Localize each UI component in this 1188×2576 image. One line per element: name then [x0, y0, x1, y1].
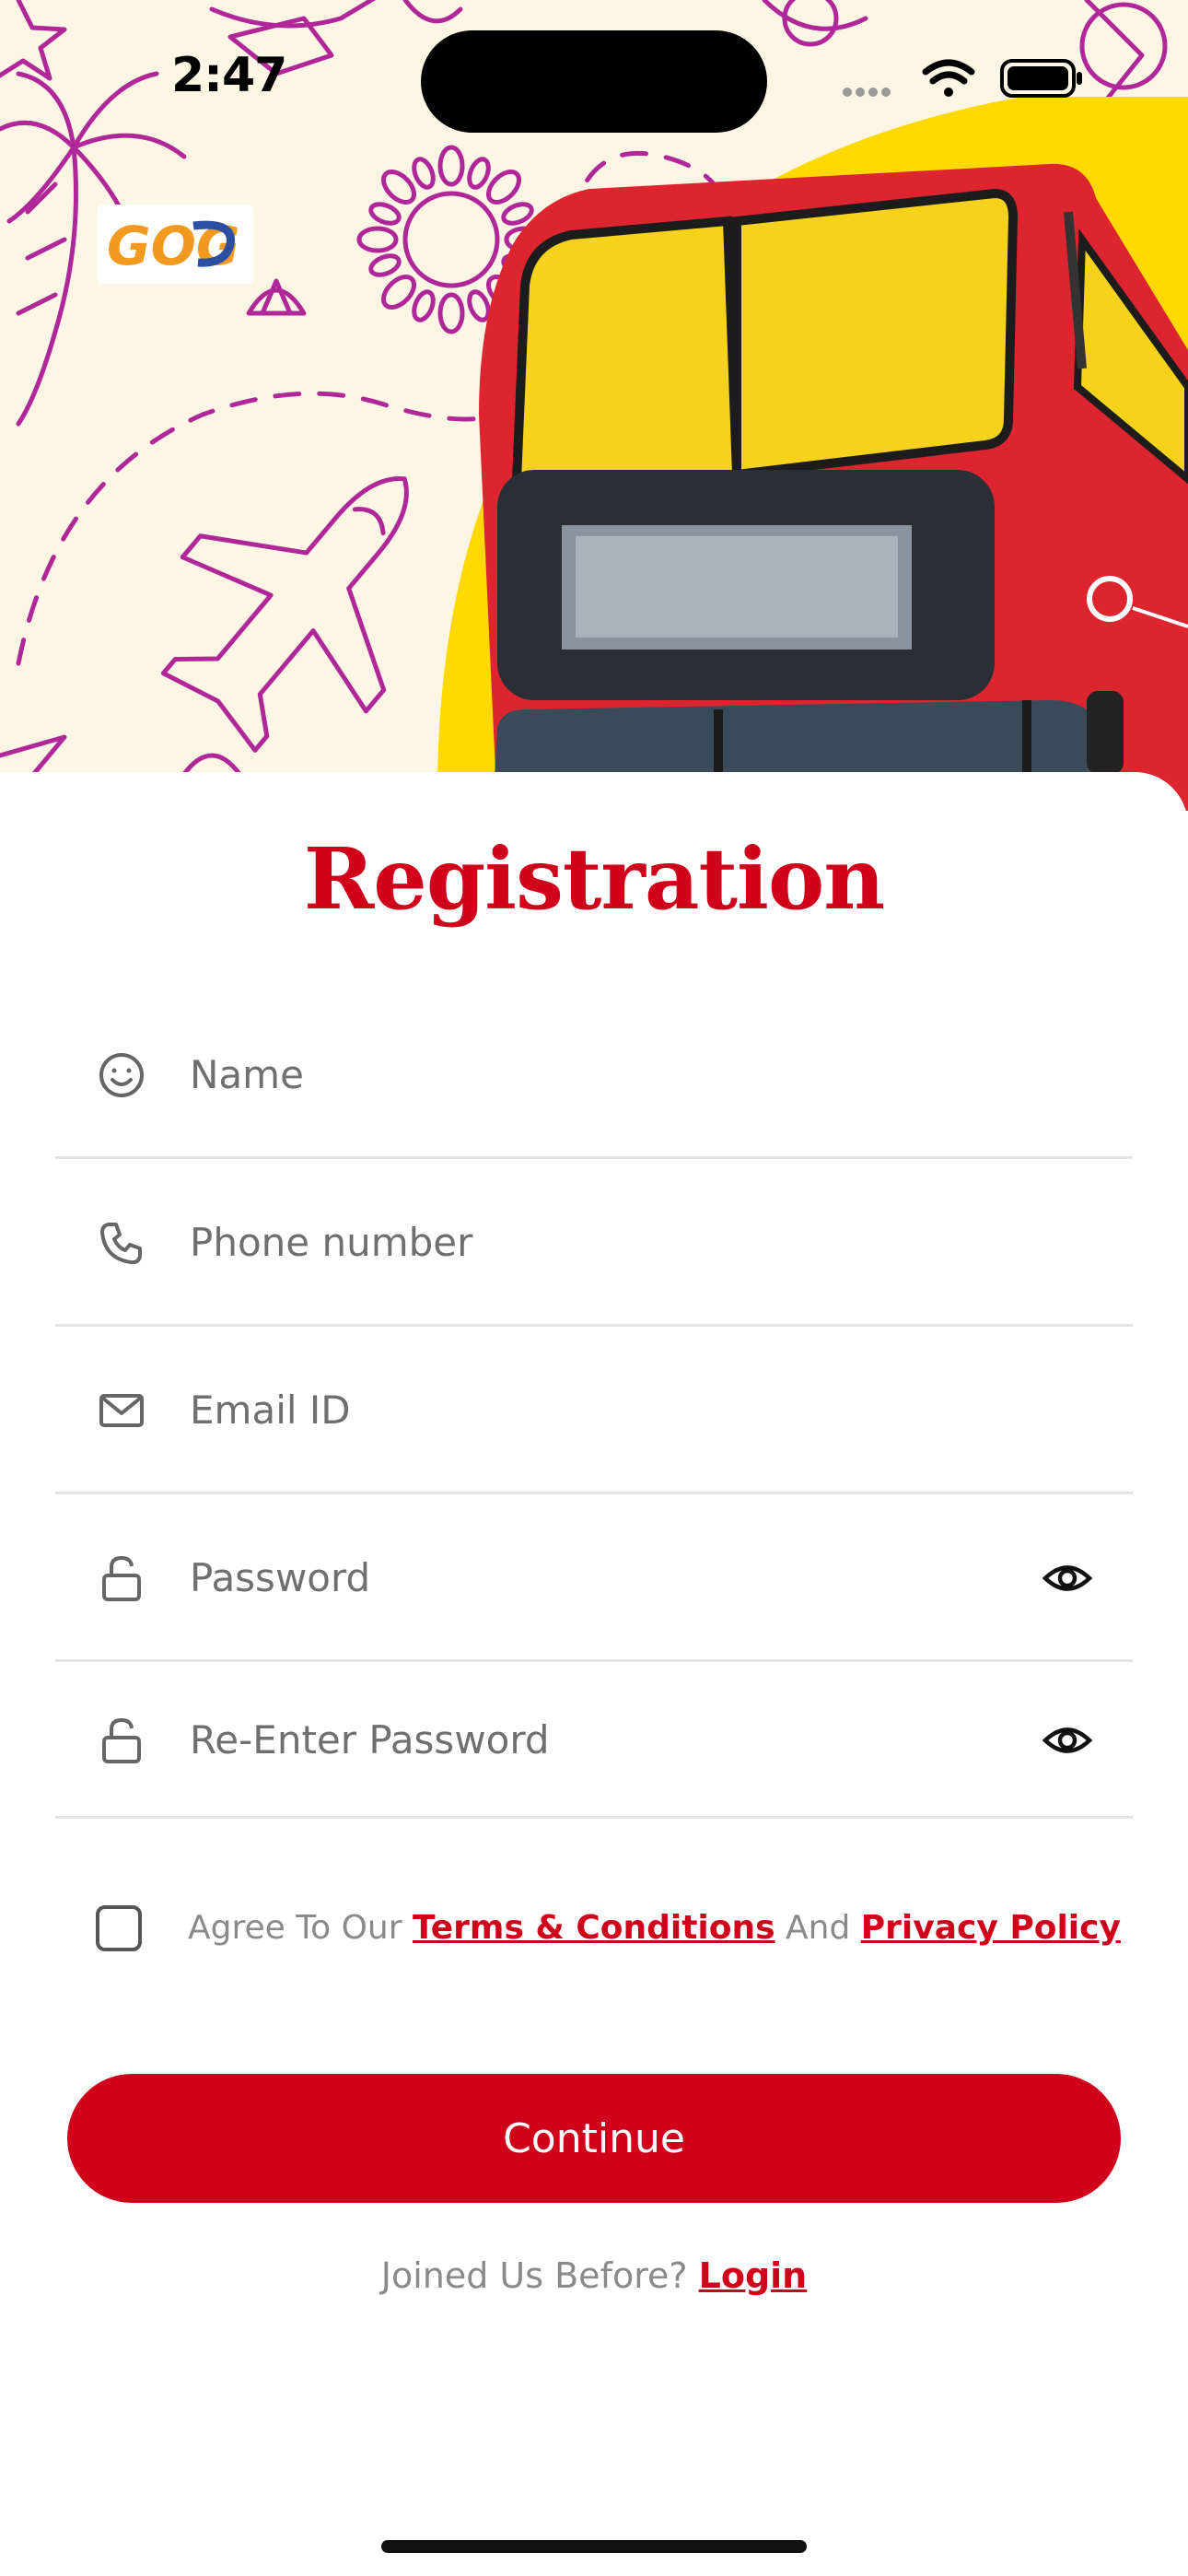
terms-link[interactable]: Terms & Conditions	[413, 1909, 775, 1947]
mail-icon	[99, 1393, 144, 1427]
lock-icon	[102, 1717, 141, 1763]
email-input[interactable]	[188, 1372, 1002, 1448]
login-prompt-row: Joined Us Before? Login	[0, 2255, 1188, 2296]
continue-button[interactable]: Continue	[67, 2074, 1121, 2203]
phone-input[interactable]	[188, 1204, 1002, 1281]
password-field[interactable]	[55, 1496, 1133, 1662]
lock-icon	[102, 1555, 141, 1601]
phone-icon	[100, 1222, 142, 1264]
gog-logo-mark: GOG	[107, 215, 240, 277]
terms-middle: And	[786, 1909, 851, 1947]
terms-agreement: Agree To Our Terms & Conditions And Priv…	[96, 1903, 1146, 1959]
reenter-password-field[interactable]	[55, 1664, 1133, 1819]
login-link[interactable]: Login	[699, 2255, 808, 2296]
email-field[interactable]	[55, 1329, 1133, 1494]
terms-prefix: Agree To Our	[188, 1909, 402, 1947]
eye-icon[interactable]	[1042, 1715, 1092, 1765]
password-input[interactable]	[188, 1540, 1002, 1616]
privacy-link[interactable]: Privacy Policy	[861, 1909, 1121, 1947]
status-time: 2:47	[171, 48, 287, 103]
smiley-icon	[99, 1052, 144, 1097]
signal-icon	[843, 88, 891, 97]
name-input[interactable]	[188, 1036, 1002, 1113]
terms-text: Agree To Our Terms & Conditions And Priv…	[188, 1909, 1121, 1947]
phone-field[interactable]	[55, 1161, 1133, 1327]
login-prompt: Joined Us Before?	[380, 2255, 688, 2296]
reenter-password-input[interactable]	[188, 1702, 1002, 1778]
name-field[interactable]	[55, 993, 1133, 1159]
dynamic-island	[421, 30, 767, 133]
home-indicator[interactable]	[381, 2540, 807, 2553]
wifi-icon	[922, 59, 975, 97]
status-icons	[843, 59, 1082, 98]
eye-icon[interactable]	[1042, 1553, 1092, 1603]
battery-icon	[1000, 59, 1082, 98]
terms-checkbox[interactable]	[96, 1905, 142, 1951]
app-logo: GOG	[97, 205, 253, 284]
page-title: Registration	[303, 829, 885, 929]
